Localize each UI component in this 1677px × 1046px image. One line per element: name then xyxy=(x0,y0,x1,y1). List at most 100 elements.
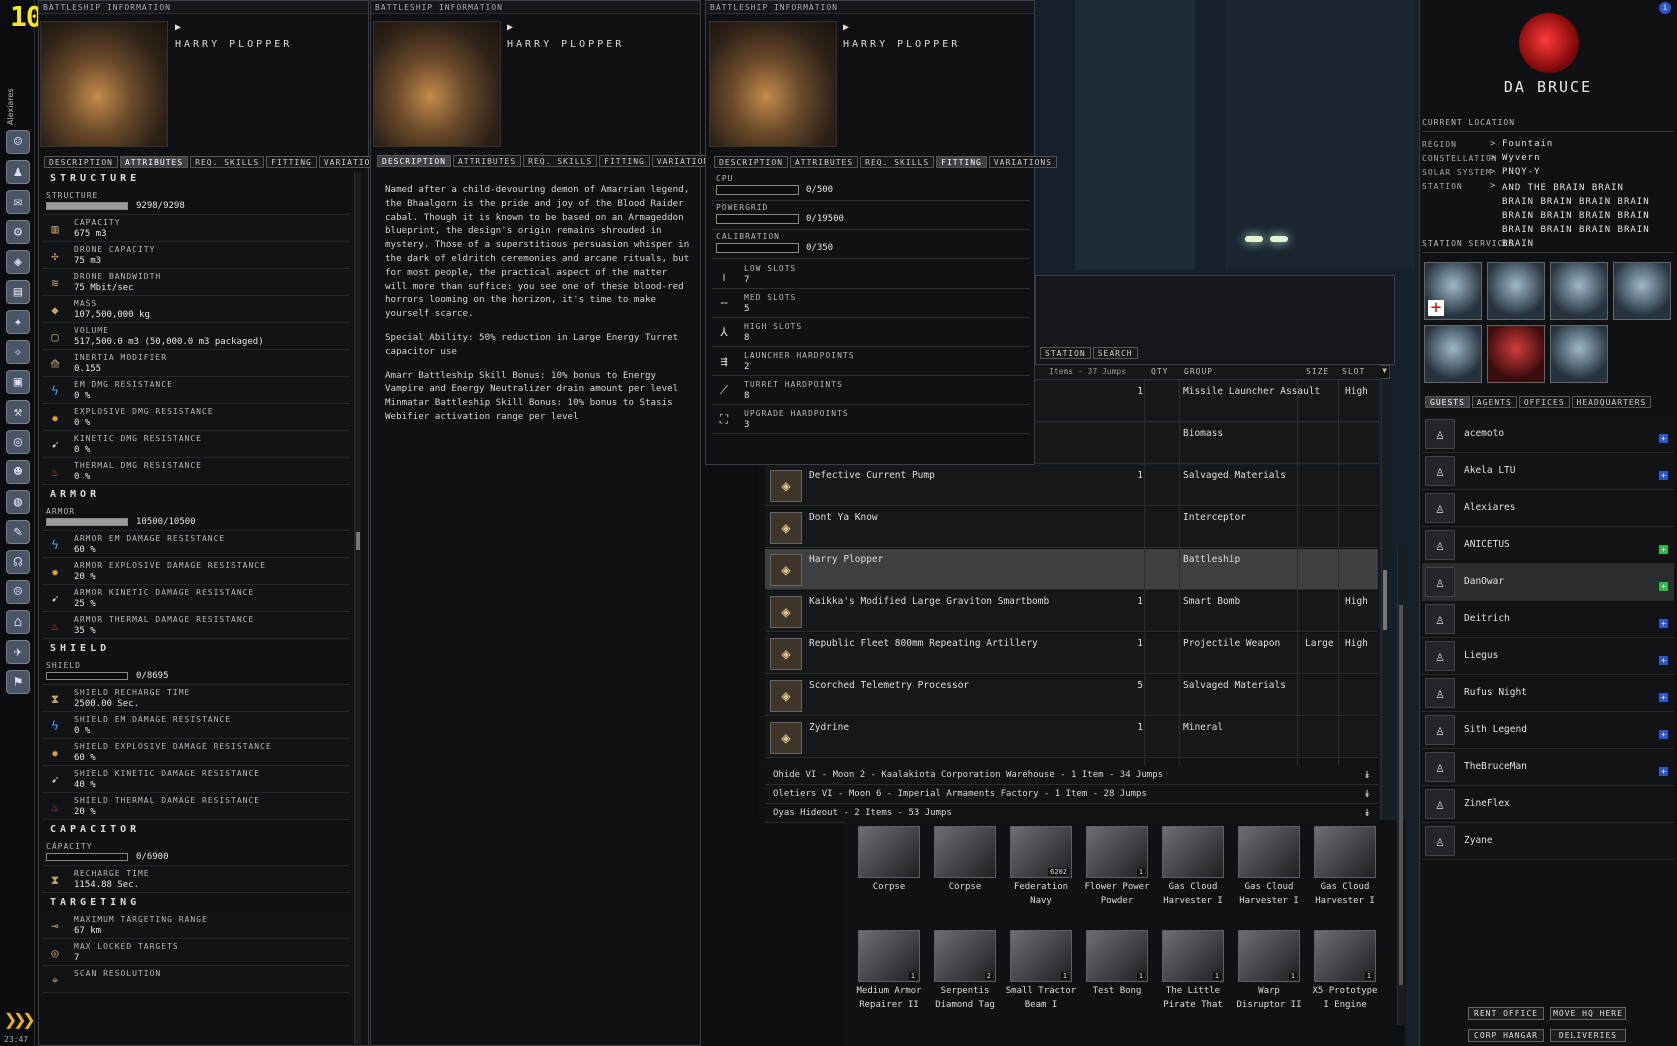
mail-icon[interactable]: ✉ xyxy=(6,190,30,214)
ships-icon[interactable]: ✈ xyxy=(6,640,30,664)
agent-icon[interactable]: ☹ xyxy=(6,580,30,604)
hangar-item[interactable]: 1 Small Tractor Beam I xyxy=(1005,930,1077,1012)
character-sheet-icon[interactable]: ☺ xyxy=(6,130,30,154)
reprocessing-plant-icon[interactable] xyxy=(1487,262,1545,320)
tab-req-skills[interactable]: REQ. SKILLS xyxy=(190,156,265,168)
hangar-item[interactable]: 1 Flower Power Powder xyxy=(1081,826,1153,908)
hangar-item[interactable]: 1 The Little Pirate That xyxy=(1157,930,1229,1012)
asset-row[interactable]: ◈ Scorched Telemetry Processor 5 Salvaged M… xyxy=(765,675,1378,716)
tab-variations[interactable]: VARIATIONS xyxy=(988,156,1058,168)
hangar-item[interactable]: 6202 Federation Navy xyxy=(1005,826,1077,908)
factory-icon[interactable] xyxy=(1424,325,1482,383)
col-group[interactable]: GROUP xyxy=(1184,367,1213,376)
tab-req-skills[interactable]: REQ. SKILLS xyxy=(860,156,935,168)
guest-row[interactable]: ♙ Deitrich + xyxy=(1422,601,1674,638)
guest-row[interactable]: ♙ acemoto + xyxy=(1422,416,1674,453)
guest-row[interactable]: ♙ ANICETUS + xyxy=(1422,527,1674,564)
clone-bay-icon[interactable] xyxy=(1487,325,1545,383)
expand-chevron-icon[interactable]: ⯯ xyxy=(1364,785,1370,804)
col-qty[interactable]: QTY xyxy=(1151,367,1168,376)
guest-row[interactable]: ♙ ZineFlex xyxy=(1422,786,1674,823)
guest-row[interactable]: ♙ Zyane xyxy=(1422,823,1674,860)
corporation-icon[interactable]: ⚙ xyxy=(6,220,30,244)
repair-shop-icon[interactable]: + xyxy=(1424,262,1482,320)
asset-row[interactable]: ◈ Defective Current Pump 1 Salvaged Materia… xyxy=(765,465,1378,506)
asset-row[interactable]: ◈ Harry Plopper Battleship xyxy=(765,549,1378,590)
hangar-item[interactable]: Gas Cloud Harvester I xyxy=(1157,826,1229,908)
market-icon[interactable]: ⚒ xyxy=(6,400,30,424)
tab-fitting[interactable]: FITTING xyxy=(936,156,987,168)
tab-description[interactable]: DESCRIPTION xyxy=(714,156,788,168)
starmap-icon[interactable]: ✦ xyxy=(6,310,30,334)
expand-chevron-icon[interactable]: ⯯ xyxy=(1364,766,1370,785)
fitting-service-icon[interactable] xyxy=(1613,262,1671,320)
col-slot[interactable]: SLOT xyxy=(1342,367,1365,376)
asset-location-row[interactable]: Oletiers VI - Moon 6 - Imperial Armament… xyxy=(765,785,1378,804)
asset-row[interactable]: ◈ Dont Ya Know Interceptor xyxy=(765,507,1378,548)
hangar-item[interactable]: 2 Serpentis Diamond Tag xyxy=(929,930,1001,1012)
guest-row[interactable]: ♙ Sith Legend + xyxy=(1422,712,1674,749)
asset-row[interactable]: ◈ Kaikka's Modified Large Graviton Smartb… xyxy=(765,591,1378,632)
scan-icon: ⌖ xyxy=(51,973,59,987)
rent-office-button[interactable]: RENT OFFICE xyxy=(1468,1007,1544,1020)
tab-fitting[interactable]: FITTING xyxy=(266,156,317,168)
info-icon[interactable]: i xyxy=(1659,2,1671,14)
tab-offices[interactable]: OFFICES xyxy=(1518,396,1570,408)
guest-row[interactable]: ♙ Akela LTU + xyxy=(1422,453,1674,490)
hangar-item[interactable]: 1 X5 Prototype I Engine xyxy=(1309,930,1381,1012)
pilots-icon[interactable]: ♟ xyxy=(6,160,30,184)
deliveries-button[interactable]: DELIVERIES xyxy=(1550,1029,1626,1042)
people-icon[interactable]: ☻ xyxy=(6,460,30,484)
guest-row[interactable]: ♙ Liegus + xyxy=(1422,638,1674,675)
asset-location-row[interactable]: Ohide VI - Moon 2 - Kaalakiota Corporati… xyxy=(765,766,1378,785)
fitting-icon[interactable]: ⚑ xyxy=(6,670,30,694)
asset-row[interactable]: ◈ Republic Fleet 800mm Repeating Artiller… xyxy=(765,633,1378,674)
guest-row[interactable]: ♙ Alexiares xyxy=(1422,490,1674,527)
guest-row[interactable]: ♙ TheBruceMan + xyxy=(1422,749,1674,786)
ship-menu-arrow-icon[interactable]: ▶ xyxy=(175,22,181,33)
hangar-item[interactable]: 1 Medium Armor Repairer II xyxy=(853,930,925,1012)
ship-menu-arrow-icon[interactable]: ▶ xyxy=(507,22,513,33)
guest-row[interactable]: ♙ DanOwar + xyxy=(1422,564,1674,601)
hangar-item[interactable]: Corpse xyxy=(929,826,1001,894)
asset-row[interactable]: ◈ Zydrine 1 Mineral xyxy=(765,717,1378,758)
help-icon[interactable]: ◎ xyxy=(6,430,30,454)
tab-guests[interactable]: GUESTS xyxy=(1425,396,1470,408)
tab-attributes[interactable]: ATTRIBUTES xyxy=(119,156,189,168)
col-size[interactable]: SIZE xyxy=(1306,367,1329,376)
tab-headquarters[interactable]: HEADQUARTERS xyxy=(1571,396,1652,408)
hangar-item[interactable]: 1 Warp Disruptor II xyxy=(1233,930,1305,1012)
tab-fitting[interactable]: FITTING xyxy=(599,155,650,167)
market-service-icon[interactable] xyxy=(1550,262,1608,320)
thermal-icon: ♨ xyxy=(51,800,59,814)
tab-attributes[interactable]: ATTRIBUTES xyxy=(789,156,859,168)
neocom-expand-icon[interactable]: ❯❯❯ xyxy=(4,1008,36,1033)
journal-icon[interactable]: ▤ xyxy=(6,280,30,304)
tab-agents[interactable]: AGENTS xyxy=(1471,396,1517,408)
move-hq-button[interactable]: MOVE HQ HERE xyxy=(1550,1007,1626,1020)
tab-description[interactable]: DESCRIPTION xyxy=(44,156,118,168)
hangar-item[interactable]: Corpse xyxy=(853,826,925,894)
tab-description[interactable]: DESCRIPTION xyxy=(377,155,451,167)
insurance-icon[interactable] xyxy=(1550,325,1608,383)
ship-menu-arrow-icon[interactable]: ▶ xyxy=(843,22,849,33)
tab-search[interactable]: SEARCH xyxy=(1092,347,1138,359)
corp-hangar-button[interactable]: CORP HANGAR xyxy=(1468,1029,1544,1042)
tab-req-skills[interactable]: REQ. SKILLS xyxy=(523,155,598,167)
guest-row[interactable]: ♙ Rufus Night + xyxy=(1422,675,1674,712)
assets-icon[interactable]: ▣ xyxy=(6,370,30,394)
tab-station[interactable]: STATION xyxy=(1040,347,1091,359)
headset-icon[interactable]: ☊ xyxy=(6,550,30,574)
browser-icon[interactable]: ⌂ xyxy=(6,610,30,634)
hangar-item[interactable]: Gas Cloud Harvester I xyxy=(1233,826,1305,908)
hangar-scrollbar[interactable] xyxy=(1397,545,1404,1025)
tab-attributes[interactable]: ATTRIBUTES xyxy=(452,155,522,167)
hangar-item[interactable]: Gas Cloud Harvester I xyxy=(1309,826,1381,908)
scanner-icon[interactable]: ✧ xyxy=(6,340,30,364)
notepad-icon[interactable]: ✎ xyxy=(6,520,30,544)
hangar-item[interactable]: 1 Test Bong xyxy=(1081,930,1153,998)
attributes-scrollbar[interactable] xyxy=(354,172,361,1044)
globe-icon[interactable]: ◍ xyxy=(6,490,30,514)
assets-scrollbar[interactable] xyxy=(1381,380,1388,820)
map-icon[interactable]: ◈ xyxy=(6,250,30,274)
